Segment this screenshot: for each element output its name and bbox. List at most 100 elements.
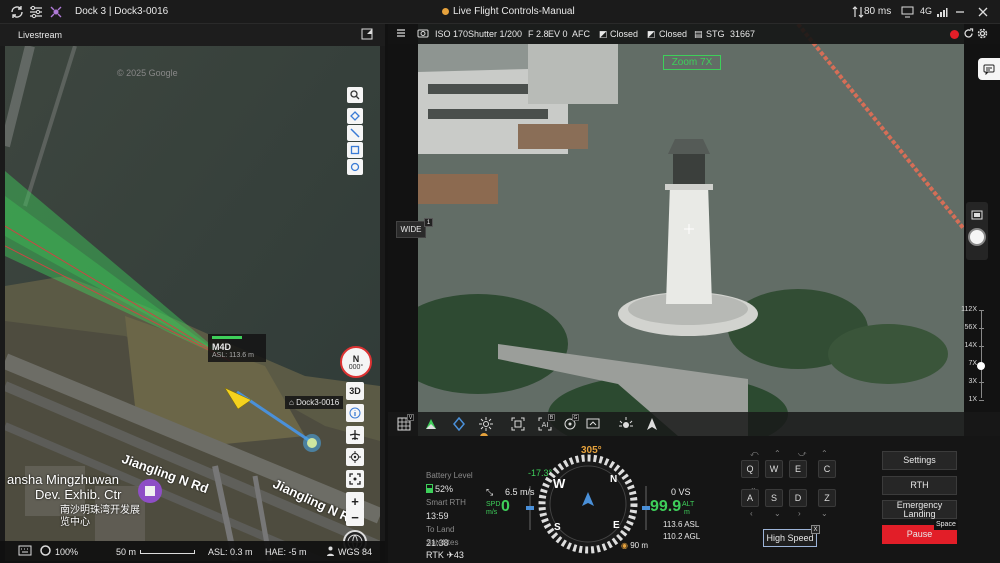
zoom-level-3x[interactable]: 3X (968, 378, 977, 385)
map-3d-button[interactable]: 3D (346, 382, 364, 400)
target-track-icon[interactable] (510, 416, 526, 432)
ev-value: EV 0 (548, 29, 568, 39)
navigation-icon[interactable] (644, 416, 660, 432)
hspeed-icon: ⤡ (486, 487, 494, 497)
place-label-line2: Dev. Exhib. Ctr (35, 487, 122, 502)
circle-draw-icon (350, 162, 360, 172)
satellites-count: 43 (453, 550, 464, 560)
area-draw-icon (350, 145, 360, 155)
arrow-ascend-icon: ⌃ (821, 449, 828, 458)
zoom-target-box: Zoom 7X (663, 55, 721, 70)
arrow-descend-icon: ⌄ (821, 509, 828, 518)
zoom-thumb[interactable] (977, 361, 985, 370)
camera-settings-gear-icon[interactable] (977, 28, 988, 41)
capture-control (966, 202, 988, 260)
battery-value-wrap: 52% (426, 484, 453, 494)
zoom-tick (979, 400, 984, 401)
mode-dot-icon (442, 8, 449, 15)
zoom-level-14x[interactable]: 14X (965, 342, 977, 349)
high-speed-close-button[interactable]: X (811, 525, 820, 534)
map-fit-button[interactable] (346, 470, 364, 488)
flight-mode-icon[interactable] (423, 416, 439, 432)
opacity-icon[interactable] (40, 545, 51, 558)
chat-button[interactable] (978, 58, 1000, 80)
settings-sliders-icon[interactable] (28, 4, 44, 20)
map-area-tool[interactable] (347, 142, 363, 158)
key-e[interactable]: E (789, 460, 807, 478)
key-c[interactable]: C (818, 460, 836, 478)
map-search-button[interactable] (347, 87, 363, 103)
refresh-icon[interactable] (9, 4, 25, 20)
rth-button[interactable]: RTH (882, 476, 957, 495)
zoom-level-56x[interactable]: 56X (965, 324, 977, 331)
opacity-value: 100% (55, 547, 79, 557)
satellites-type: RTK (426, 550, 444, 560)
zoom-level-112x[interactable]: 112X (961, 306, 977, 313)
map-compass[interactable]: N 000° (340, 346, 372, 378)
key-q[interactable]: Q (741, 460, 759, 478)
pause-shortcut-badge: Space (934, 520, 958, 530)
light-spot-icon[interactable] (478, 416, 494, 432)
zoom-overlay-text: Zoom 7X (671, 57, 713, 68)
map-zoom-out-button[interactable]: − (346, 508, 364, 526)
place-label-line1: ansha Mingzhuwan (7, 472, 120, 487)
wide-lens-button[interactable]: WIDE (396, 221, 426, 238)
map-line-tool[interactable] (347, 125, 363, 141)
hspeed-value: 6.5 m/s (505, 487, 535, 497)
camera-reset-icon[interactable] (963, 28, 974, 41)
measure-icon[interactable] (585, 416, 601, 432)
camera-menu-icon[interactable] (396, 28, 406, 40)
dock-label[interactable]: ⌂ Dock3-0016 (285, 396, 344, 409)
key-d[interactable]: D (789, 489, 807, 507)
spotlight-icon[interactable] (618, 416, 634, 432)
zoom-slider[interactable]: 112X 56X 14X 7X 3X 1X (953, 306, 989, 406)
key-a[interactable]: A (741, 489, 759, 507)
zoom-level-1x[interactable]: 1X (968, 396, 977, 403)
keyboard-icon[interactable] (18, 545, 32, 558)
key-w[interactable]: W (765, 460, 783, 478)
waypoint-tool-icon[interactable] (451, 416, 467, 432)
key-s[interactable]: S (765, 489, 783, 507)
smart-rth-value: 13:59 (426, 511, 449, 521)
livestream-label: Livestream (18, 30, 63, 40)
mode-text: Live Flight Controls-Manual (453, 6, 575, 17)
drone-status-icon[interactable] (48, 4, 64, 20)
zoom-tick (979, 328, 984, 329)
alt-label: ALT (682, 501, 695, 508)
map-info-button[interactable] (346, 404, 364, 422)
camera-feed[interactable]: Zoom 7X (418, 24, 964, 436)
agl-value: 110.2 AGL (663, 532, 701, 541)
line-draw-icon (350, 128, 360, 138)
asl-value: 113.6 ASL (663, 520, 700, 529)
monitor-icon[interactable] (899, 4, 915, 20)
photo-mode-icon[interactable] (971, 210, 983, 223)
high-speed-button[interactable]: High Speed (763, 529, 817, 547)
map-aircraft-button[interactable] (346, 426, 364, 444)
shutter-value: Shutter 1/200 (468, 29, 523, 39)
map-view[interactable]: © 2025 Google M4D ASL: 113.6 m ⌂ Dock3-0… (5, 46, 380, 561)
emergency-landing-button[interactable]: Emergency Landing (882, 500, 957, 519)
drone-label[interactable]: M4D ASL: 113.6 m (208, 334, 266, 362)
zoom-level-7x[interactable]: 7X (968, 360, 977, 367)
drone-name: M4D (212, 342, 232, 352)
wide-lens-badge: 1 (424, 218, 433, 227)
shutter-button[interactable] (968, 228, 986, 246)
storage-icon: ▤ (694, 29, 703, 39)
zoom-tick (979, 346, 984, 347)
map-locate-button[interactable] (346, 448, 364, 466)
minimize-icon[interactable] (952, 4, 968, 20)
map-circle-tool[interactable] (347, 159, 363, 175)
map-pin-tool[interactable] (347, 108, 363, 124)
ai-badge: B (548, 414, 555, 421)
camera-feed-image (418, 24, 964, 436)
expand-icon[interactable] (361, 28, 373, 40)
zoom-track (981, 310, 982, 398)
key-z[interactable]: Z (818, 489, 836, 507)
arrow-right-icon: › (798, 509, 801, 518)
close-window-icon[interactable] (975, 4, 991, 20)
settings-button[interactable]: Settings (882, 451, 957, 470)
camera-mode-icon (417, 28, 429, 40)
record-indicator-icon[interactable] (950, 30, 959, 39)
place-label-chinese: 南沙明珠湾开发展览中心 (60, 505, 140, 528)
closed-1-icon: ◩ (599, 29, 608, 39)
